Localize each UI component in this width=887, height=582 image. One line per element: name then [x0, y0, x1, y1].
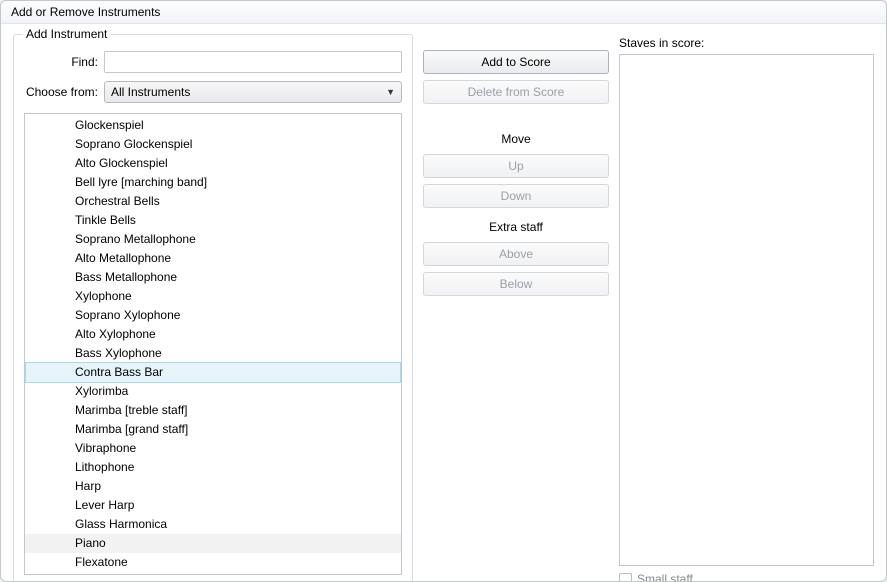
- find-label: Find:: [24, 55, 104, 69]
- find-input[interactable]: [104, 51, 402, 73]
- move-up-button[interactable]: Up: [423, 154, 609, 178]
- instrument-item[interactable]: Marimba [treble staff]: [25, 401, 401, 420]
- move-down-button[interactable]: Down: [423, 184, 609, 208]
- instrument-item[interactable]: Alto Xylophone: [25, 325, 401, 344]
- delete-from-score-button[interactable]: Delete from Score: [423, 80, 609, 104]
- extra-staff-above-button[interactable]: Above: [423, 242, 609, 266]
- choose-from-dropdown[interactable]: All Instruments ▼: [104, 81, 402, 103]
- small-staff-row: Small staff: [619, 572, 874, 582]
- instrument-item[interactable]: Xylorimba: [25, 382, 401, 401]
- titlebar[interactable]: Add or Remove Instruments: [1, 1, 886, 24]
- instrument-item[interactable]: Piano: [25, 534, 401, 553]
- instrument-item[interactable]: Soprano Metallophone: [25, 230, 401, 249]
- dialog-window: Add or Remove Instruments Add Instrument…: [0, 0, 887, 582]
- window-title: Add or Remove Instruments: [11, 5, 160, 19]
- instrument-item[interactable]: Soprano Glockenspiel: [25, 135, 401, 154]
- instrument-item[interactable]: Contra Bass Bar: [25, 362, 401, 383]
- instrument-item[interactable]: Vibraphone: [25, 439, 401, 458]
- staves-listbox[interactable]: [619, 54, 874, 566]
- small-staff-label: Small staff: [637, 572, 693, 582]
- instrument-item[interactable]: Bass Xylophone: [25, 344, 401, 363]
- add-instrument-fieldset: Add Instrument Find: Choose from: All In…: [13, 34, 413, 582]
- extra-staff-below-button[interactable]: Below: [423, 272, 609, 296]
- instrument-item[interactable]: Glockenspiel: [25, 116, 401, 135]
- choose-value: All Instruments: [111, 85, 190, 99]
- staves-column: Staves in score: Small staff: [619, 34, 874, 582]
- instrument-item[interactable]: Flexatone: [25, 553, 401, 572]
- small-staff-checkbox[interactable]: [619, 573, 632, 582]
- instrument-item[interactable]: Lever Harp: [25, 496, 401, 515]
- fieldset-legend: Add Instrument: [22, 27, 111, 41]
- instrument-item[interactable]: Orchestral Bells: [25, 192, 401, 211]
- instrument-item[interactable]: Glass Harmonica: [25, 515, 401, 534]
- instrument-item[interactable]: Bell lyre [marching band]: [25, 173, 401, 192]
- instrument-item[interactable]: Tinkle Bells: [25, 211, 401, 230]
- add-to-score-button[interactable]: Add to Score: [423, 50, 609, 74]
- instrument-item[interactable]: Xylophone: [25, 287, 401, 306]
- choose-label: Choose from:: [24, 85, 104, 99]
- chevron-down-icon: ▼: [386, 87, 395, 97]
- action-column: Add to Score Delete from Score Move Up D…: [423, 34, 609, 582]
- instrument-item[interactable]: Lithophone: [25, 458, 401, 477]
- staves-label: Staves in score:: [619, 36, 874, 50]
- choose-row: Choose from: All Instruments ▼: [24, 81, 402, 103]
- instrument-item[interactable]: Alto Metallophone: [25, 249, 401, 268]
- instrument-item[interactable]: Harp: [25, 477, 401, 496]
- extra-staff-section-label: Extra staff: [423, 220, 609, 234]
- instrument-item[interactable]: Bass Metallophone: [25, 268, 401, 287]
- instrument-item[interactable]: Soprano Xylophone: [25, 306, 401, 325]
- instrument-listbox-container: GlockenspielSoprano GlockenspielAlto Glo…: [24, 113, 402, 575]
- dialog-content: Add Instrument Find: Choose from: All In…: [1, 24, 886, 582]
- instrument-item[interactable]: Alto Glockenspiel: [25, 154, 401, 173]
- instrument-item[interactable]: Marimba [grand staff]: [25, 420, 401, 439]
- find-row: Find:: [24, 51, 402, 73]
- move-section-label: Move: [423, 132, 609, 146]
- instrument-listbox[interactable]: GlockenspielSoprano GlockenspielAlto Glo…: [25, 114, 401, 574]
